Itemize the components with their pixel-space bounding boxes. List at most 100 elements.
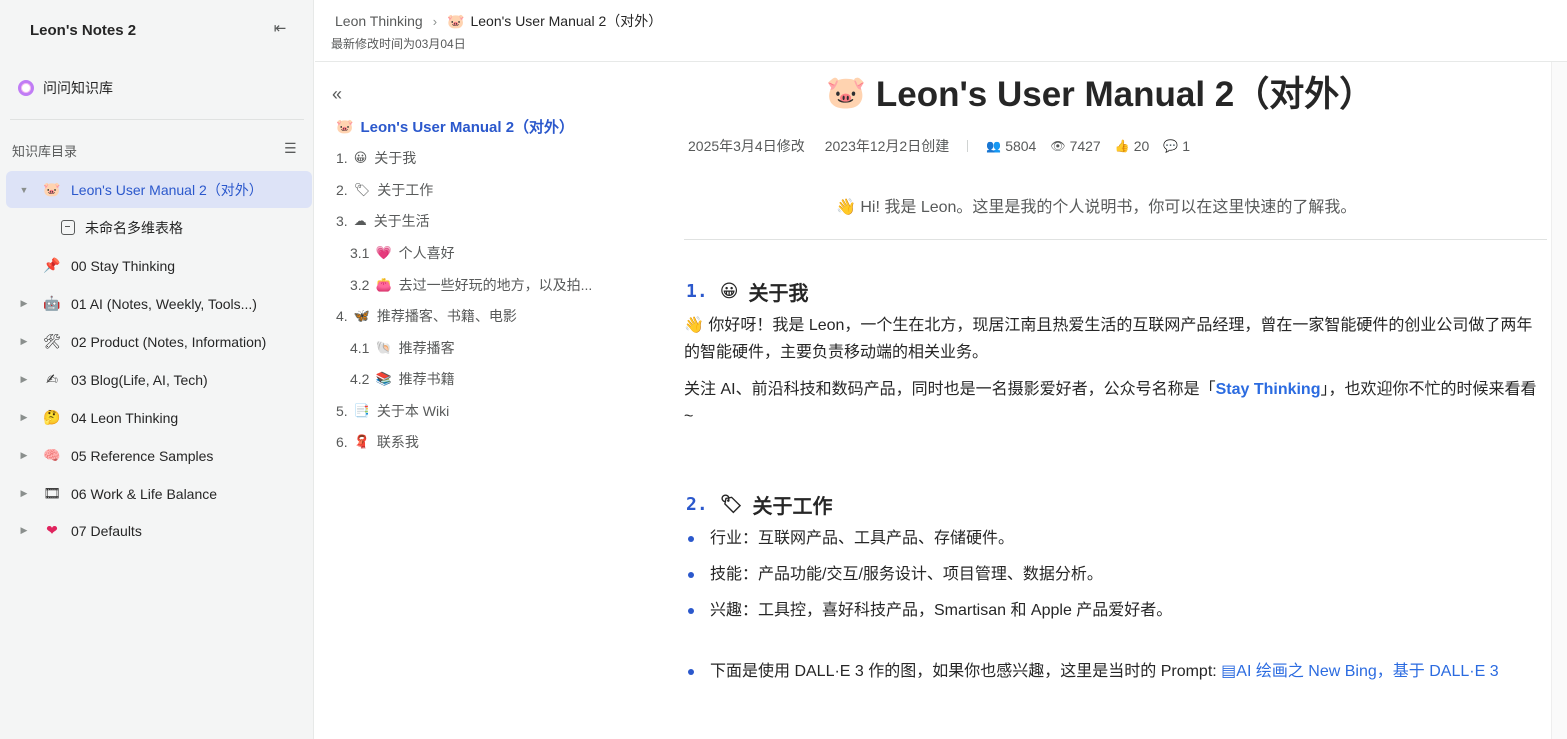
- collapse-toc-icon[interactable]: «: [332, 84, 342, 105]
- caret-right-icon[interactable]: ▶: [18, 374, 30, 385]
- list-settings-icon[interactable]: ☰: [284, 140, 297, 157]
- toc-item[interactable]: 6. 🧣 联系我: [336, 432, 419, 452]
- toc-title[interactable]: 🐷 Leon's User Manual 2（对外）: [336, 116, 574, 137]
- brain-icon: 🧠: [43, 447, 61, 463]
- grinning-face-icon: 😀: [353, 150, 368, 165]
- comments-count: 1: [1182, 138, 1191, 154]
- sidebar-item-work-life[interactable]: ▶ 🎞 06 Work & Life Balance: [6, 475, 312, 512]
- intro-callout: 👋 Hi! 我是 Leon。这里是我的个人说明书，你可以在这里快速的了解我。: [836, 199, 1357, 216]
- toc-item[interactable]: 4.2 📚 推荐书籍: [350, 369, 455, 389]
- pig-emoji-icon: 🐷: [43, 181, 61, 197]
- caret-down-icon[interactable]: ▼: [18, 185, 30, 195]
- sidebar-divider: [10, 119, 304, 120]
- toc-item[interactable]: 3.1 💗 个人喜好: [350, 243, 455, 263]
- readers-count: 5804: [1005, 138, 1037, 154]
- likes-stat[interactable]: 👍 20: [1115, 138, 1150, 154]
- sidebar-item-label: 03 Blog(Life, AI, Tech): [71, 371, 208, 388]
- sidebar-item-label: 05 Reference Samples: [71, 447, 214, 464]
- ask-knowledge-base-button[interactable]: 问问知识库: [18, 78, 113, 98]
- list-item: 行业：互联网产品、工具产品、存储硬件。: [686, 525, 1548, 552]
- likes-count: 20: [1133, 138, 1150, 154]
- meta-divider: [967, 140, 969, 152]
- collapse-sidebar-icon[interactable]: ⇤: [270, 20, 290, 38]
- toc-item[interactable]: 2. 🏷 关于工作: [336, 180, 433, 200]
- sidebar-item-blog[interactable]: ▶ ✍ 03 Blog(Life, AI, Tech): [6, 361, 312, 398]
- eye-icon: 👁: [1050, 139, 1066, 153]
- toc-item-number: 1.: [336, 150, 348, 166]
- grinning-face-icon: 😀: [719, 281, 739, 301]
- sidebar-item-product[interactable]: ▶ 🛠 02 Product (Notes, Information): [6, 323, 312, 360]
- comments-stat[interactable]: 💬 1: [1163, 138, 1190, 154]
- sidebar-item-unnamed-table[interactable]: 未命名多维表格: [6, 209, 312, 246]
- page-title: 🐷 Leon's User Manual 2（对外）: [826, 66, 1374, 117]
- sidebar-item-label: Leon's User Manual 2（对外）: [71, 181, 263, 198]
- caret-right-icon[interactable]: ▶: [18, 525, 30, 536]
- toc-item[interactable]: 4. 🦋 推荐播客、书籍、电影: [336, 306, 517, 326]
- toc-section-label: 知识库目录: [12, 144, 78, 159]
- toc-item-label: 关于生活: [373, 213, 430, 229]
- toc-item-number: 4.1: [350, 340, 370, 356]
- cloud-icon: ☁: [353, 213, 367, 228]
- page-title-text: Leon's User Manual 2（对外）: [875, 75, 1375, 114]
- stay-thinking-link[interactable]: Stay Thinking: [1216, 381, 1321, 398]
- list-item-text: 下面是使用 DALL·E 3 作的图，如果你也感兴趣，这里是当时的 Prompt…: [710, 663, 1222, 680]
- readers-stat[interactable]: 👥 5804: [986, 138, 1036, 154]
- caret-right-icon[interactable]: ▶: [18, 336, 30, 347]
- toc-item-label: 关于本 Wiki: [376, 403, 450, 419]
- sidebar-item-leon-thinking[interactable]: ▶ 🤔 04 Leon Thinking: [6, 399, 312, 436]
- doc-meta: 2025年3月4日修改 2023年12月2日创建 👥 5804 👁 7427 👍 20…: [688, 136, 1204, 156]
- butterfly-icon: 🦋: [353, 308, 370, 323]
- ai-ring-icon: [18, 80, 34, 96]
- sidebar-item-label: 04 Leon Thinking: [71, 409, 179, 426]
- toc-item[interactable]: 3.2 👛 去过一些好玩的地方，以及拍...: [350, 275, 592, 295]
- divider: [684, 239, 1547, 240]
- caret-right-icon[interactable]: ▶: [18, 412, 30, 423]
- list-item: 技能：产品功能/交互/服务设计、项目管理、数据分析。: [686, 561, 1548, 588]
- pushpin-icon: 📌: [43, 257, 61, 273]
- last-modified-text: 最新修改时间为03月04日: [331, 37, 466, 51]
- toc-item-label: 推荐播客、书籍、电影: [376, 308, 517, 324]
- toc-item[interactable]: 4.1 🐚 推荐播客: [350, 338, 455, 358]
- knowledge-base-title[interactable]: Leon's Notes 2: [30, 22, 136, 39]
- prompt-doc-link[interactable]: ▤AI 绘画之 New Bing，基于 DALL·E 3: [1221, 663, 1498, 680]
- toc-title-label: Leon's User Manual 2（对外）: [360, 119, 575, 136]
- shell-icon: 🐚: [375, 340, 392, 355]
- pig-emoji-icon: 🐷: [447, 12, 465, 29]
- ask-knowledge-base-label: 问问知识库: [43, 80, 113, 96]
- breadcrumb: Leon Thinking › 🐷 Leon's User Manual 2（对…: [335, 11, 662, 31]
- chevron-right-icon: ›: [432, 13, 438, 29]
- caret-right-icon[interactable]: ▶: [18, 450, 30, 461]
- scarf-icon: 🧣: [353, 434, 370, 449]
- sidebar-item-reference-samples[interactable]: ▶ 🧠 05 Reference Samples: [6, 437, 312, 474]
- toc-item[interactable]: 3. ☁ 关于生活: [336, 211, 430, 231]
- sidebar-item-ai[interactable]: ▶ 🤖 01 AI (Notes, Weekly, Tools...): [6, 285, 312, 322]
- sidebar-item-user-manual[interactable]: ▼ 🐷 Leon's User Manual 2（对外）: [6, 171, 312, 208]
- label-tag-icon: 🏷: [719, 494, 743, 514]
- toc-item-number: 5.: [336, 403, 348, 419]
- toc-item[interactable]: 1. 😀 关于我: [336, 148, 416, 168]
- toc-item-label: 个人喜好: [398, 245, 455, 261]
- heading-text: 关于我: [748, 283, 809, 305]
- toc-item-number: 2.: [336, 182, 348, 198]
- created-date: 2023年12月2日创建: [824, 138, 950, 154]
- section-heading-about-work: 2. 🏷 关于工作: [686, 490, 833, 519]
- sidebar-item-defaults[interactable]: ▶ ❤ 07 Defaults: [6, 512, 312, 549]
- toc-item-number: 3.2: [350, 277, 370, 293]
- toc-item-number: 6.: [336, 434, 348, 450]
- sidebar-item-label: 00 Stay Thinking: [71, 257, 176, 274]
- sidebar-item-stay-thinking[interactable]: 📌 00 Stay Thinking: [6, 247, 312, 284]
- bookmark-tabs-icon: 📑: [353, 403, 370, 418]
- toc-item-label: 推荐播客: [398, 340, 455, 356]
- film-frames-icon: 🎞: [43, 485, 61, 501]
- toc-item[interactable]: 5. 📑 关于本 Wiki: [336, 401, 449, 421]
- breadcrumb-current[interactable]: Leon's User Manual 2（对外）: [470, 11, 662, 31]
- list-item: 兴趣：工具控，喜好科技产品，Smartisan 和 Apple 产品爱好者。: [686, 597, 1548, 624]
- table-icon: [61, 220, 75, 235]
- breadcrumb-root-link[interactable]: Leon Thinking: [335, 13, 423, 29]
- pig-emoji-icon: 🐷: [826, 73, 866, 110]
- prompt-doc-link-text: AI 绘画之 New Bing，基于 DALL·E 3: [1236, 663, 1499, 680]
- sidebar-item-label: 02 Product (Notes, Information): [71, 333, 267, 350]
- scrollbar[interactable]: [1551, 62, 1567, 739]
- caret-right-icon[interactable]: ▶: [18, 298, 30, 309]
- caret-right-icon[interactable]: ▶: [18, 488, 30, 499]
